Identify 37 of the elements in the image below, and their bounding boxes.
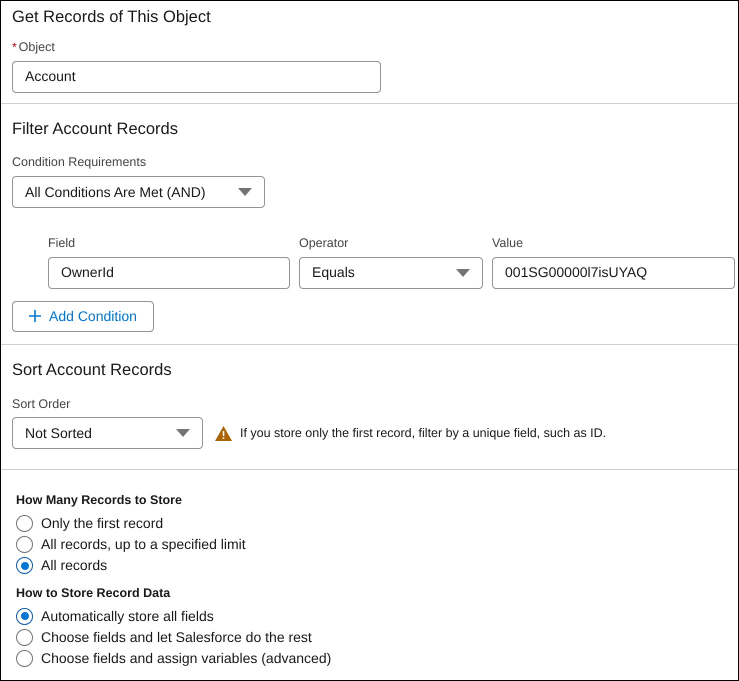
caret-icon (238, 188, 252, 196)
section-title: Sort Account Records (12, 360, 173, 381)
field-label: Object (18, 38, 55, 56)
radio-label: All records (41, 556, 108, 575)
warning-message: If you store only the first record, filter by a unique field, such as ID. (240, 424, 606, 442)
add-condition-button[interactable]: Add Condition (12, 300, 154, 332)
group-title: How Many Records to Store (16, 492, 183, 510)
sort-order-select[interactable]: Not Sorted (12, 417, 203, 450)
caret-icon (456, 268, 470, 277)
radio-label: All records, up to a specified limit (41, 535, 246, 554)
radio-button[interactable] (16, 628, 33, 646)
section-title: Filter Account Records (12, 118, 179, 140)
field-label: Field (48, 235, 76, 252)
required-mark: * (12, 38, 17, 56)
group-title: How to Store Record Data (16, 585, 172, 602)
radio-button[interactable] (16, 536, 33, 553)
object-field[interactable]: Account (12, 60, 381, 92)
caret-icon (176, 429, 190, 438)
radio-label: Automatically store all fields (41, 606, 214, 626)
condition-requirements-select[interactable]: All Conditions Are Met (AND) (12, 176, 265, 208)
field-input[interactable]: OwnerId (48, 256, 290, 289)
plus-icon (29, 310, 42, 322)
radio-button[interactable] (16, 515, 33, 532)
field-label: Sort Order (12, 396, 72, 412)
radio-button[interactable] (16, 608, 33, 625)
radio-button[interactable] (16, 650, 33, 667)
field-label: Value (492, 235, 524, 252)
field-label: Operator (299, 235, 350, 252)
section-title: Get Records of This Object (12, 7, 212, 28)
radio-button[interactable] (16, 557, 33, 574)
radio-label: Only the first record (41, 514, 164, 533)
radio-label: Choose fields and assign variables (advanced) (41, 648, 332, 668)
warning-icon (215, 426, 232, 441)
radio-label: Choose fields and let Salesforce do the rest (41, 628, 312, 647)
field-label: Condition Requirements (12, 154, 148, 172)
operator-select[interactable]: Equals (299, 256, 483, 289)
value-input[interactable]: 001SG00000l7isUYAQ (492, 256, 735, 289)
